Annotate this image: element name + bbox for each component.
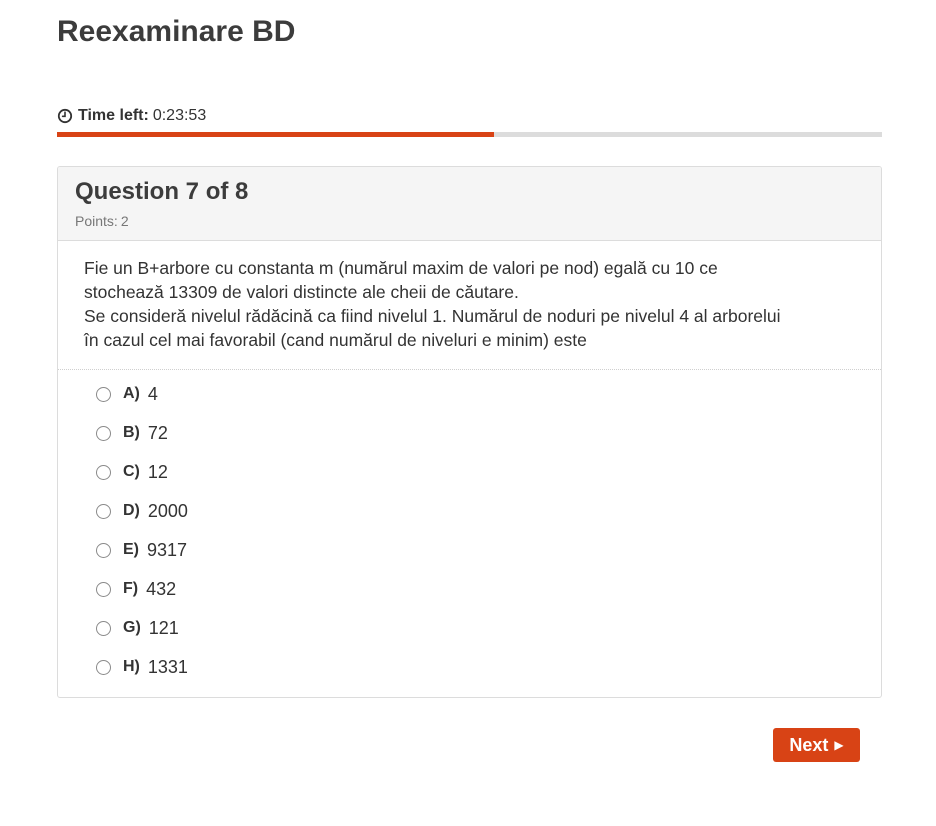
question-points: Points: 2 <box>75 213 129 229</box>
answer-letter: F) <box>123 580 139 597</box>
time-left-label: Time left: <box>78 107 149 124</box>
question-card: Question 7 of 8 Points: 2 Fie un B+arbore… <box>57 166 882 698</box>
answer-option-h[interactable]: H) 1331 <box>96 655 188 679</box>
question-text-line: Se consideră nivelul rădăcină ca fiind n… <box>84 306 781 326</box>
answer-option-b[interactable]: B) 72 <box>96 421 168 445</box>
answer-value: 432 <box>146 578 177 599</box>
answer-letter: D) <box>123 502 140 519</box>
clock-icon <box>57 108 73 124</box>
answer-letter: C) <box>123 463 140 480</box>
next-button[interactable]: Next ▶ <box>773 728 860 762</box>
points-label: Points: <box>75 213 118 229</box>
radio-button[interactable] <box>96 503 111 519</box>
time-progress-fill <box>57 132 495 137</box>
time-progress-bar <box>57 132 882 137</box>
question-text: Fie un B+arbore cu constanta m (numărul … <box>58 241 881 370</box>
answer-value: 121 <box>148 617 179 638</box>
time-left-value: 0:23:53 <box>152 107 207 124</box>
answer-letter: G) <box>123 619 141 636</box>
radio-button[interactable] <box>96 659 111 675</box>
answer-value: 4 <box>147 383 158 404</box>
answer-value: 9317 <box>147 539 188 560</box>
points-value: 2 <box>120 213 129 229</box>
answer-letter: A) <box>123 385 140 402</box>
radio-button[interactable] <box>96 386 111 402</box>
answer-letter: H) <box>123 658 140 675</box>
question-text-line: Fie un B+arbore cu constanta m (numărul … <box>84 258 718 278</box>
question-title: Question 7 of 8 <box>75 178 249 205</box>
answer-option-f[interactable]: F) 432 <box>96 577 176 601</box>
answer-value: 2000 <box>147 500 188 521</box>
answer-option-a[interactable]: A) 4 <box>96 382 158 406</box>
page-title: Reexaminare BD <box>57 15 296 48</box>
caret-right-icon: ▶ <box>834 738 844 752</box>
radio-button[interactable] <box>96 464 111 480</box>
radio-button[interactable] <box>96 620 111 636</box>
radio-button[interactable] <box>96 542 111 558</box>
radio-button[interactable] <box>96 425 111 441</box>
answer-value: 72 <box>147 422 168 443</box>
question-text-line: stochează 13309 de valori distincte ale … <box>84 282 519 302</box>
answer-option-c[interactable]: C) 12 <box>96 460 168 484</box>
answer-letter: E) <box>123 541 139 558</box>
answer-value: 1331 <box>147 656 188 677</box>
answer-option-d[interactable]: D) 2000 <box>96 499 188 523</box>
question-text-line: în cazul cel mai favorabil (cand numărul… <box>84 330 587 350</box>
time-left: Time left: 0:23:53 <box>57 106 206 126</box>
answer-option-e[interactable]: E) 9317 <box>96 538 187 562</box>
question-header: Question 7 of 8 Points: 2 <box>58 167 881 241</box>
radio-button[interactable] <box>96 581 111 597</box>
next-button-label: Next <box>789 734 829 755</box>
answer-option-g[interactable]: G) 121 <box>96 616 179 640</box>
answer-letter: B) <box>123 424 140 441</box>
answer-value: 12 <box>147 461 168 482</box>
